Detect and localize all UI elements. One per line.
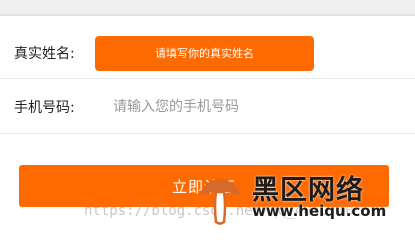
phone-label: 手机号码: xyxy=(14,99,75,116)
top-divider-bar xyxy=(0,0,415,16)
name-label: 真实姓名: xyxy=(14,45,75,62)
auth-form-page: 真实姓名: 手机号码: 立即认证 https://blog.csdn.net/q… xyxy=(0,0,415,233)
logo-domain-text: www.heiqu.com xyxy=(252,202,387,220)
phone-row: 手机号码: xyxy=(0,80,415,134)
watermark-logo: 黑区网络 www.heiqu.com xyxy=(197,168,407,228)
mushroom-logo-icon xyxy=(200,179,240,225)
phone-number-input[interactable] xyxy=(113,92,393,122)
name-row: 真实姓名: xyxy=(0,27,415,79)
real-name-input[interactable] xyxy=(95,36,314,71)
